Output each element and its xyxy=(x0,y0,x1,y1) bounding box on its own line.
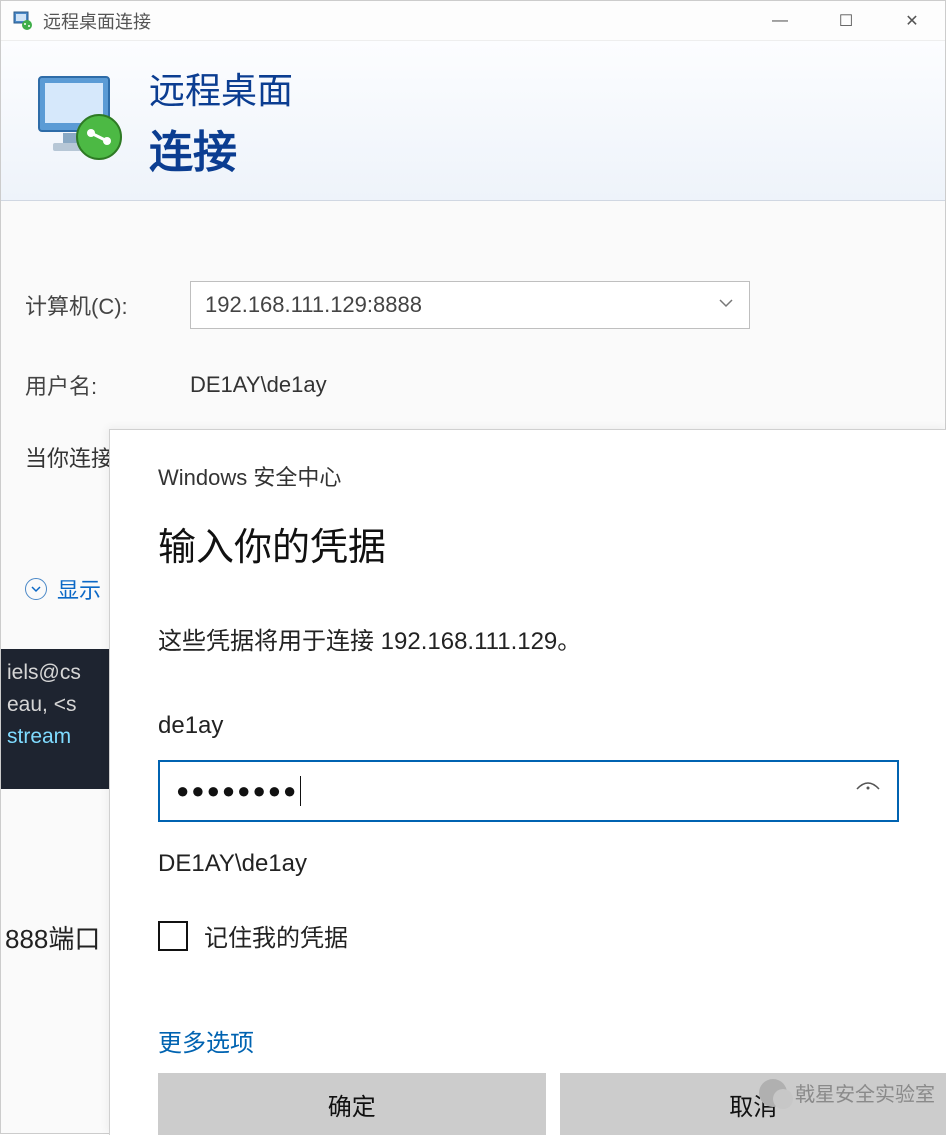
computer-combobox[interactable]: 192.168.111.129:8888 xyxy=(190,281,750,329)
terminal-line-3: stream xyxy=(7,721,105,753)
banner-line2: 连接 xyxy=(149,116,293,180)
text-cursor xyxy=(300,776,301,806)
terminal-line-2: eau, <s xyxy=(7,689,105,721)
port-note: 888端口 xyxy=(1,919,100,956)
password-masked-value: ●●●●●●●● xyxy=(176,778,298,804)
credential-subtitle: Windows 安全中心 xyxy=(158,460,899,492)
terminal-snippet: iels@cs eau, <s stream xyxy=(1,649,111,789)
more-options-link[interactable]: 更多选项 xyxy=(158,1023,899,1058)
rdc-banner-icon xyxy=(31,71,131,171)
header-banner: 远程桌面 连接 xyxy=(1,41,945,201)
terminal-line-1: iels@cs xyxy=(7,657,105,689)
remember-label: 记住我的凭据 xyxy=(204,918,348,953)
expand-down-icon xyxy=(25,578,47,600)
close-button[interactable]: ✕ xyxy=(879,1,945,41)
banner-line1: 远程桌面 xyxy=(149,62,293,114)
computer-label: 计算机(C): xyxy=(25,289,190,321)
password-input[interactable]: ●●●●●●●● xyxy=(158,760,899,822)
ok-button[interactable]: 确定 xyxy=(158,1073,546,1135)
minimize-button[interactable]: — xyxy=(747,1,813,41)
watermark-text: 戟星安全实验室 xyxy=(795,1078,935,1107)
credential-dialog: Windows 安全中心 输入你的凭据 这些凭据将用于连接 192.168.11… xyxy=(109,429,946,1135)
maximize-button[interactable]: ☐ xyxy=(813,1,879,41)
credential-domain-user: DE1AY\de1ay xyxy=(158,850,899,878)
remember-checkbox[interactable] xyxy=(158,921,188,951)
show-options-label: 显示 xyxy=(57,573,101,605)
header-text: 远程桌面 连接 xyxy=(149,62,293,180)
wechat-icon xyxy=(759,1079,787,1107)
computer-value: 192.168.111.129:8888 xyxy=(205,292,422,318)
username-label: 用户名: xyxy=(25,369,190,401)
credential-username: de1ay xyxy=(158,712,899,740)
rdc-window: 远程桌面连接 — ☐ ✕ 远程桌面 连接 计算机(C): xyxy=(0,0,946,1134)
remember-row: 记住我的凭据 xyxy=(158,918,899,953)
computer-row: 计算机(C): 192.168.111.129:8888 xyxy=(25,281,915,329)
credential-title: 输入你的凭据 xyxy=(158,516,899,571)
titlebar[interactable]: 远程桌面连接 — ☐ ✕ xyxy=(1,1,945,41)
reveal-password-icon[interactable] xyxy=(855,779,881,804)
window-controls: — ☐ ✕ xyxy=(747,1,945,41)
chevron-down-icon xyxy=(717,292,735,318)
watermark: 戟星安全实验室 xyxy=(759,1078,935,1107)
rdc-app-icon xyxy=(13,11,33,31)
window-title: 远程桌面连接 xyxy=(43,8,151,34)
credential-description: 这些凭据将用于连接 192.168.111.129。 xyxy=(158,621,899,656)
username-row: 用户名: DE1AY\de1ay xyxy=(25,369,915,401)
username-value: DE1AY\de1ay xyxy=(190,372,327,398)
